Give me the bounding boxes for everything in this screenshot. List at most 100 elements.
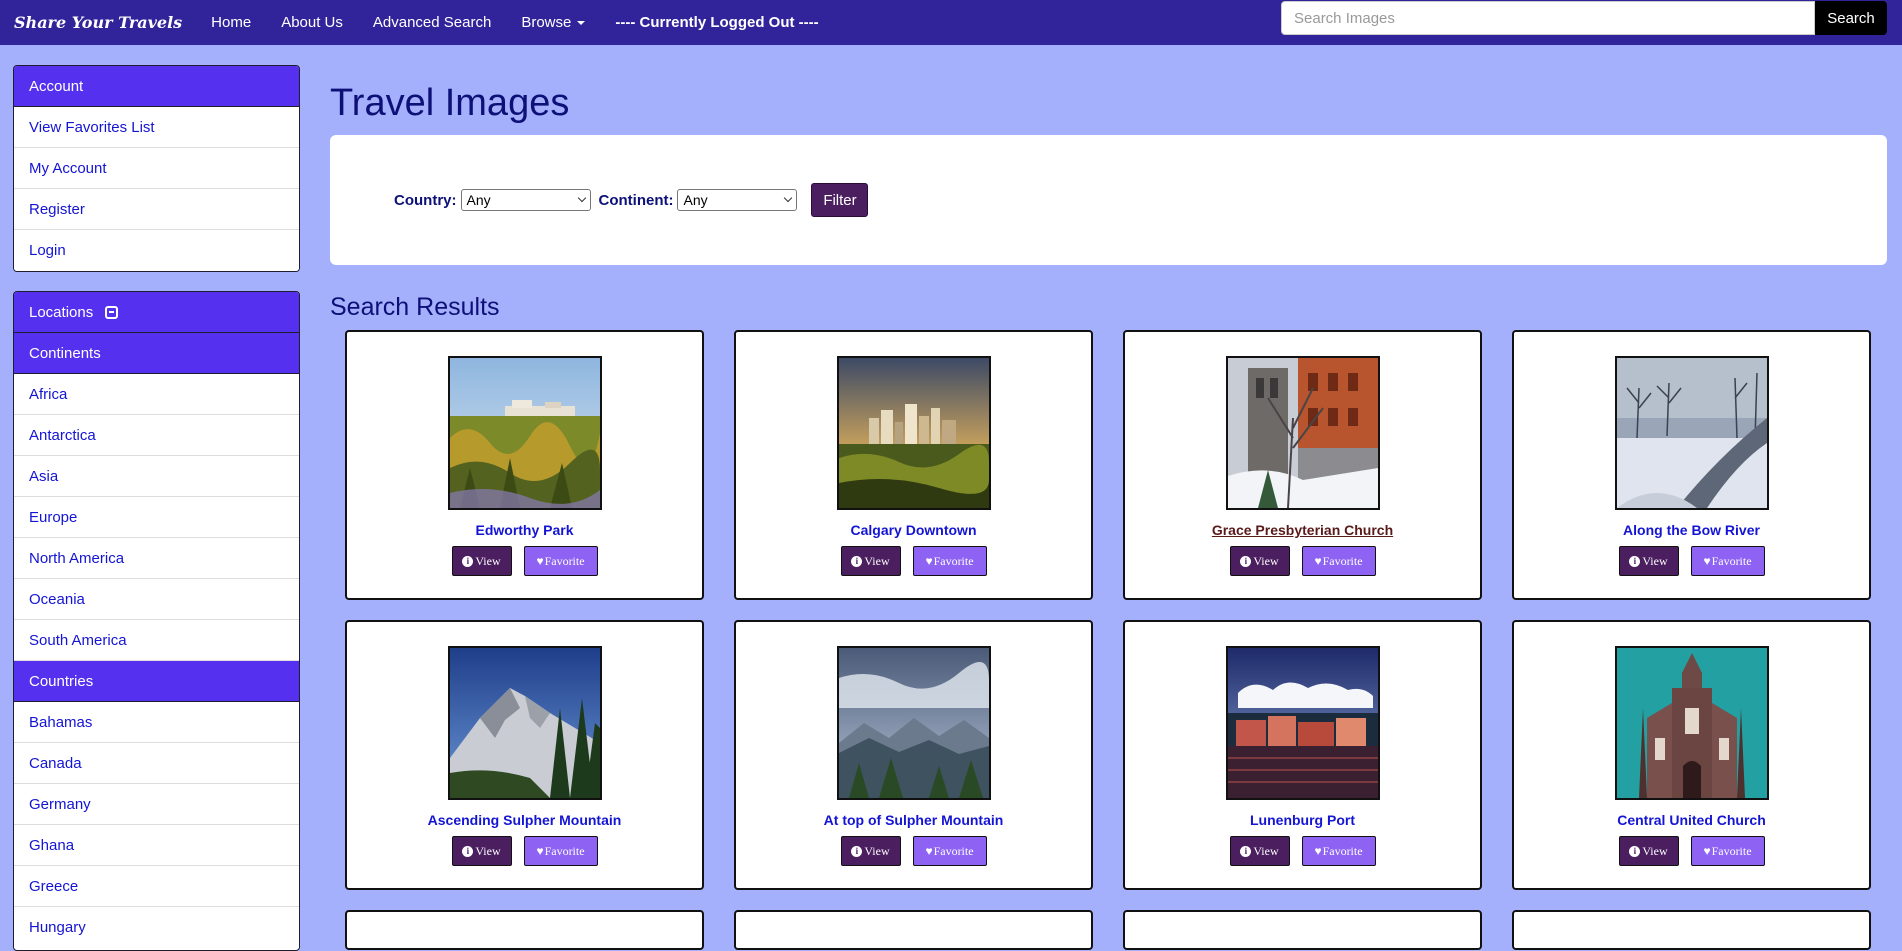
- result-card: Central United Church i View ♥ Favorite: [1512, 620, 1871, 890]
- thumbnail-image: [1617, 648, 1767, 798]
- info-icon: i: [851, 555, 863, 567]
- continent-item[interactable]: Oceania: [14, 579, 299, 620]
- result-title-link[interactable]: Edworthy Park: [347, 522, 702, 538]
- result-thumbnail[interactable]: [837, 356, 991, 510]
- view-button[interactable]: i View: [840, 836, 901, 866]
- country-item[interactable]: Greece: [14, 866, 299, 907]
- favorite-button-label: Favorite: [544, 553, 585, 568]
- result-thumbnail[interactable]: [448, 356, 602, 510]
- continent-item[interactable]: Africa: [14, 374, 299, 415]
- view-button[interactable]: i View: [1618, 836, 1679, 866]
- thumbnail-image: [1228, 648, 1378, 798]
- thumbnail-image: [1617, 358, 1767, 508]
- top-navbar: Share Your Travels Home About Us Advance…: [0, 0, 1902, 45]
- info-icon: i: [1240, 845, 1252, 857]
- result-card: [1512, 910, 1871, 950]
- view-button[interactable]: i View: [840, 546, 901, 576]
- result-actions: i View ♥ Favorite: [347, 836, 702, 866]
- country-item[interactable]: Bahamas: [14, 702, 299, 743]
- favorite-button-label: Favorite: [933, 843, 974, 858]
- country-item[interactable]: Canada: [14, 743, 299, 784]
- continent-item[interactable]: North America: [14, 538, 299, 579]
- filter-button[interactable]: Filter: [811, 183, 869, 217]
- brand-logo[interactable]: Share Your Travels: [14, 13, 182, 32]
- account-header: Account: [14, 66, 299, 107]
- continent-item[interactable]: Europe: [14, 497, 299, 538]
- favorite-button-label: Favorite: [544, 843, 585, 858]
- favorite-button-label: Favorite: [1322, 843, 1363, 858]
- continent-select-value: Any: [683, 192, 708, 208]
- account-item-my-account[interactable]: My Account: [14, 148, 299, 189]
- nav-home[interactable]: Home: [196, 14, 266, 31]
- locations-panel: Locations Continents Africa Antarctica A…: [13, 291, 300, 951]
- thumbnail-image: [450, 358, 600, 508]
- result-title-link[interactable]: At top of Sulpher Mountain: [736, 812, 1091, 828]
- result-thumbnail[interactable]: [1615, 646, 1769, 800]
- result-thumbnail[interactable]: [1226, 356, 1380, 510]
- view-button[interactable]: i View: [1618, 546, 1679, 576]
- result-actions: i View ♥ Favorite: [736, 836, 1091, 866]
- favorite-button[interactable]: ♥ Favorite: [1690, 546, 1765, 576]
- result-card: Lunenburg Port i View ♥ Favorite: [1123, 620, 1482, 890]
- favorite-button[interactable]: ♥ Favorite: [523, 546, 598, 576]
- result-actions: i View ♥ Favorite: [1125, 546, 1480, 576]
- nav-advanced-search[interactable]: Advanced Search: [358, 14, 506, 31]
- continent-item[interactable]: South America: [14, 620, 299, 661]
- result-title-link[interactable]: Lunenburg Port: [1125, 812, 1480, 828]
- results-title: Search Results: [330, 293, 500, 321]
- account-panel: Account View Favorites List My Account R…: [13, 65, 300, 272]
- view-button-label: View: [864, 843, 890, 858]
- result-card: [345, 910, 704, 950]
- result-thumbnail[interactable]: [1615, 356, 1769, 510]
- thumbnail-image: [450, 648, 600, 798]
- result-thumbnail[interactable]: [837, 646, 991, 800]
- heart-icon: ♥: [925, 843, 933, 858]
- nav-about-us[interactable]: About Us: [266, 14, 358, 31]
- result-title-link[interactable]: Calgary Downtown: [736, 522, 1091, 538]
- view-button[interactable]: i View: [451, 546, 512, 576]
- nav-browse-dropdown[interactable]: Browse: [506, 14, 600, 31]
- heart-icon: ♥: [536, 553, 544, 568]
- result-thumbnail[interactable]: [1226, 646, 1380, 800]
- nav-browse-label: Browse: [521, 14, 572, 31]
- heart-icon: ♥: [1703, 843, 1711, 858]
- collapse-icon[interactable]: [105, 305, 119, 319]
- result-thumbnail[interactable]: [448, 646, 602, 800]
- view-button[interactable]: i View: [451, 836, 512, 866]
- favorite-button[interactable]: ♥ Favorite: [1690, 836, 1765, 866]
- country-select[interactable]: Any: [460, 189, 591, 211]
- account-item-favorites[interactable]: View Favorites List: [14, 107, 299, 148]
- country-item[interactable]: Ghana: [14, 825, 299, 866]
- search-button[interactable]: Search: [1815, 1, 1887, 35]
- view-button[interactable]: i View: [1229, 836, 1290, 866]
- country-item[interactable]: Hungary: [14, 907, 299, 948]
- continent-item[interactable]: Antarctica: [14, 415, 299, 456]
- account-item-register[interactable]: Register: [14, 189, 299, 230]
- country-item[interactable]: Germany: [14, 784, 299, 825]
- favorite-button[interactable]: ♥ Favorite: [912, 546, 987, 576]
- continent-select[interactable]: Any: [677, 189, 798, 211]
- favorite-button[interactable]: ♥ Favorite: [1301, 546, 1376, 576]
- result-actions: i View ♥ Favorite: [736, 546, 1091, 576]
- view-button-label: View: [1642, 553, 1668, 568]
- thumbnail-image: [839, 648, 989, 798]
- account-item-login[interactable]: Login: [14, 230, 299, 271]
- heart-icon: ♥: [536, 843, 544, 858]
- favorite-button[interactable]: ♥ Favorite: [523, 836, 598, 866]
- result-card: Along the Bow River i View ♥ Favorite: [1512, 330, 1871, 600]
- result-title-link[interactable]: Grace Presbyterian Church: [1125, 522, 1480, 538]
- result-title-link[interactable]: Central United Church: [1514, 812, 1869, 828]
- continent-label: Continent:: [598, 191, 674, 209]
- continent-item[interactable]: Asia: [14, 456, 299, 497]
- result-card: Grace Presbyterian Church i View ♥ Favorit…: [1123, 330, 1482, 600]
- favorite-button[interactable]: ♥ Favorite: [1301, 836, 1376, 866]
- favorite-button[interactable]: ♥ Favorite: [912, 836, 987, 866]
- view-button-label: View: [864, 553, 890, 568]
- view-button[interactable]: i View: [1229, 546, 1290, 576]
- search-input[interactable]: [1281, 1, 1815, 35]
- result-title-link[interactable]: Ascending Sulpher Mountain: [347, 812, 702, 828]
- result-title-link[interactable]: Along the Bow River: [1514, 522, 1869, 538]
- country-label: Country:: [394, 191, 457, 209]
- locations-header[interactable]: Locations: [14, 292, 299, 333]
- heart-icon: ♥: [1314, 553, 1322, 568]
